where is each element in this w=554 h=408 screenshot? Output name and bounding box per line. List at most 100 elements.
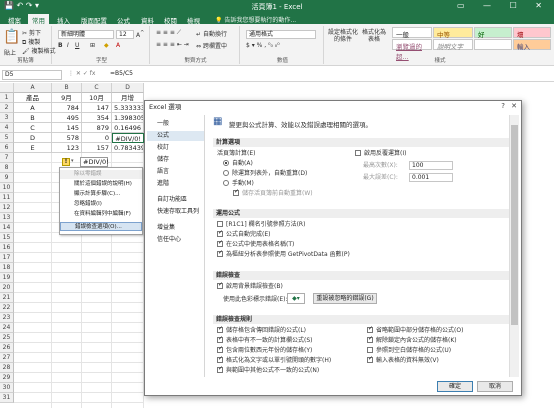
rule-error-formulas[interactable]: 儲存格包含傳回錯誤的公式(L) bbox=[217, 325, 306, 335]
tab-home[interactable]: 常用 bbox=[28, 14, 49, 25]
rule-inconsistent-formulas[interactable]: 與範圍中其他公式不一致的公式(N) bbox=[217, 365, 319, 375]
row-header[interactable]: 8 bbox=[0, 163, 14, 173]
rule-numbers-as-text[interactable]: 格式化為文字或以單引號開頭的數字(H) bbox=[217, 355, 331, 365]
menu-help-on-error[interactable]: 關於這個錯誤的說明(H) bbox=[60, 180, 142, 189]
menu-edit-in-formula-bar[interactable]: 在資料編輯列中編輯(F) bbox=[60, 210, 142, 219]
style-normal[interactable]: 一般 bbox=[392, 27, 432, 39]
max-change-input[interactable]: 0.001 bbox=[409, 173, 453, 182]
row-header[interactable]: 24 bbox=[0, 323, 14, 333]
row-header[interactable]: 7 bbox=[0, 153, 14, 163]
data-cell[interactable]: 0.16496 bbox=[112, 123, 144, 133]
italic-button[interactable]: I bbox=[67, 42, 69, 49]
row-header[interactable]: 5 bbox=[0, 133, 14, 143]
cancel-button[interactable]: 取消 bbox=[477, 381, 513, 392]
row-header[interactable]: 27 bbox=[0, 353, 14, 363]
nav-advanced[interactable]: 進階 bbox=[147, 179, 204, 189]
nav-quick-access[interactable]: 快速存取工具列 bbox=[147, 207, 204, 217]
data-cell[interactable]: B bbox=[14, 113, 52, 123]
rule-inconsistent-table-formula[interactable]: 表格中有不一致的計算欄公式(S) bbox=[217, 335, 313, 345]
enable-background-check[interactable]: 啟用背景錯誤檢查(B) bbox=[217, 281, 283, 291]
header-cell[interactable]: 9月 bbox=[52, 93, 82, 103]
select-all[interactable] bbox=[0, 83, 14, 93]
dialog-scrollbar[interactable] bbox=[509, 115, 519, 377]
format-as-table-button[interactable]: 格式化為表格 bbox=[360, 29, 388, 43]
col-header-d[interactable]: D bbox=[112, 83, 144, 93]
rule-invalid-table-data[interactable]: 輸入表格的資料無效(V) bbox=[367, 355, 439, 365]
row-header[interactable]: 29 bbox=[0, 373, 14, 383]
row-header[interactable]: 2 bbox=[0, 103, 14, 113]
row-header[interactable]: 23 bbox=[0, 313, 14, 323]
row-header[interactable]: 14 bbox=[0, 223, 14, 233]
conditional-format-button[interactable]: 設定格式化的條件 bbox=[328, 29, 358, 43]
wrap-text-button[interactable]: ↵ 自動換行 bbox=[196, 29, 227, 38]
rule-unlocked-formula-cells[interactable]: 解除鎖定內含公式的儲存格(K) bbox=[367, 335, 457, 345]
data-cell[interactable]: C bbox=[14, 123, 52, 133]
grow-font-button[interactable]: A^ bbox=[136, 30, 144, 39]
row-header[interactable]: 6 bbox=[0, 143, 14, 153]
data-cell[interactable]: 5.333333 bbox=[112, 103, 144, 113]
left-align-button[interactable]: ≡ ≡ ≡ ⇤ ⇥ bbox=[156, 41, 189, 48]
row-header[interactable]: 16 bbox=[0, 243, 14, 253]
data-cell[interactable]: 123 bbox=[52, 143, 82, 153]
row-header[interactable]: 21 bbox=[0, 293, 14, 303]
tell-me-box[interactable]: 💡 告訴我您想要執行的動作... bbox=[215, 15, 296, 24]
style-input[interactable]: 輸入 bbox=[513, 39, 551, 51]
col-header-b[interactable]: B bbox=[52, 83, 82, 93]
scrollbar-thumb[interactable] bbox=[511, 125, 518, 325]
data-cell[interactable]: 879 bbox=[82, 123, 112, 133]
row-header[interactable]: 4 bbox=[0, 123, 14, 133]
row-header[interactable]: 22 bbox=[0, 303, 14, 313]
bold-button[interactable]: B bbox=[58, 42, 63, 49]
calc-automatic[interactable]: 自動(A) bbox=[223, 160, 253, 168]
row-header[interactable]: 30 bbox=[0, 383, 14, 393]
error-warning-icon[interactable]: ! bbox=[62, 158, 70, 166]
nav-addins[interactable]: 增益集 bbox=[147, 223, 204, 233]
row-header[interactable]: 9 bbox=[0, 173, 14, 183]
row-header[interactable]: 1 bbox=[0, 93, 14, 103]
style-medium[interactable]: 中等 bbox=[433, 27, 473, 39]
style-followed-hyperlink[interactable]: 瀏覽過的超... bbox=[392, 39, 432, 61]
menu-show-calc-steps[interactable]: 顯示計算步驟(C)... bbox=[60, 190, 142, 199]
calc-auto-except-tables[interactable]: 除運算列表外，自動重算(D) bbox=[223, 170, 307, 178]
rule-empty-cell-refs[interactable]: 參照到空白儲存格的公式(U) bbox=[367, 347, 451, 355]
formula-buttons[interactable]: ⋮ ✕ ✓ fx bbox=[68, 70, 95, 77]
data-cell[interactable]: 354 bbox=[82, 113, 112, 123]
row-header[interactable]: 28 bbox=[0, 363, 14, 373]
merge-center-button[interactable]: ⇔ 跨欄置中 bbox=[196, 41, 227, 50]
formula-autocomplete[interactable]: 公式自動完成(E) bbox=[217, 229, 270, 239]
header-cell[interactable]: 月增 bbox=[112, 93, 144, 103]
cut-button[interactable]: ✂ 剪下 bbox=[22, 28, 41, 37]
col-header-c[interactable]: C bbox=[82, 83, 112, 93]
data-cell[interactable]: 0 bbox=[82, 133, 112, 143]
row-header[interactable]: 20 bbox=[0, 283, 14, 293]
top-align-button[interactable]: ≡ ≡ ≡ ⟋ bbox=[156, 29, 181, 37]
row-header[interactable]: 25 bbox=[0, 333, 14, 343]
data-cell[interactable]: D bbox=[14, 133, 52, 143]
data-cell[interactable]: A bbox=[14, 103, 52, 113]
nav-general[interactable]: 一般 bbox=[147, 119, 204, 129]
fill-color-button[interactable]: ◆ bbox=[104, 42, 109, 49]
data-cell[interactable]: 1.398305 bbox=[112, 113, 144, 123]
data-cell[interactable]: 145 bbox=[52, 123, 82, 133]
header-cell[interactable]: 產品 bbox=[14, 93, 52, 103]
data-cell[interactable]: #DIV/0! bbox=[112, 133, 144, 143]
help-icon[interactable]: ? bbox=[501, 102, 505, 110]
error-color-picker[interactable]: ◆▾ bbox=[287, 293, 305, 304]
row-header[interactable]: 13 bbox=[0, 213, 14, 223]
close-icon[interactable]: ✕ bbox=[511, 102, 517, 110]
name-box[interactable]: D5 bbox=[2, 70, 62, 80]
rule-two-digit-years[interactable]: 包含兩位數西元年份的儲存格(Y) bbox=[217, 345, 312, 355]
nav-trust-center[interactable]: 信任中心 bbox=[147, 235, 204, 245]
data-cell[interactable]: 147 bbox=[82, 103, 112, 113]
row-header[interactable]: 10 bbox=[0, 183, 14, 193]
col-header-a[interactable]: A bbox=[14, 83, 52, 93]
enable-iterative[interactable]: 啟用反覆運算(I) bbox=[355, 150, 406, 158]
row-header[interactable]: 26 bbox=[0, 343, 14, 353]
nav-formulas[interactable]: 公式 bbox=[147, 131, 204, 141]
reset-ignored-errors-button[interactable]: 重設被忽略的錯誤(G) bbox=[313, 293, 377, 304]
nav-customize-ribbon[interactable]: 自訂功能區 bbox=[147, 195, 204, 205]
nav-save[interactable]: 儲存 bbox=[147, 155, 204, 165]
number-format-select[interactable]: 通用格式 bbox=[246, 30, 316, 39]
nav-language[interactable]: 語言 bbox=[147, 167, 204, 177]
style-good[interactable]: 好 bbox=[474, 27, 512, 39]
